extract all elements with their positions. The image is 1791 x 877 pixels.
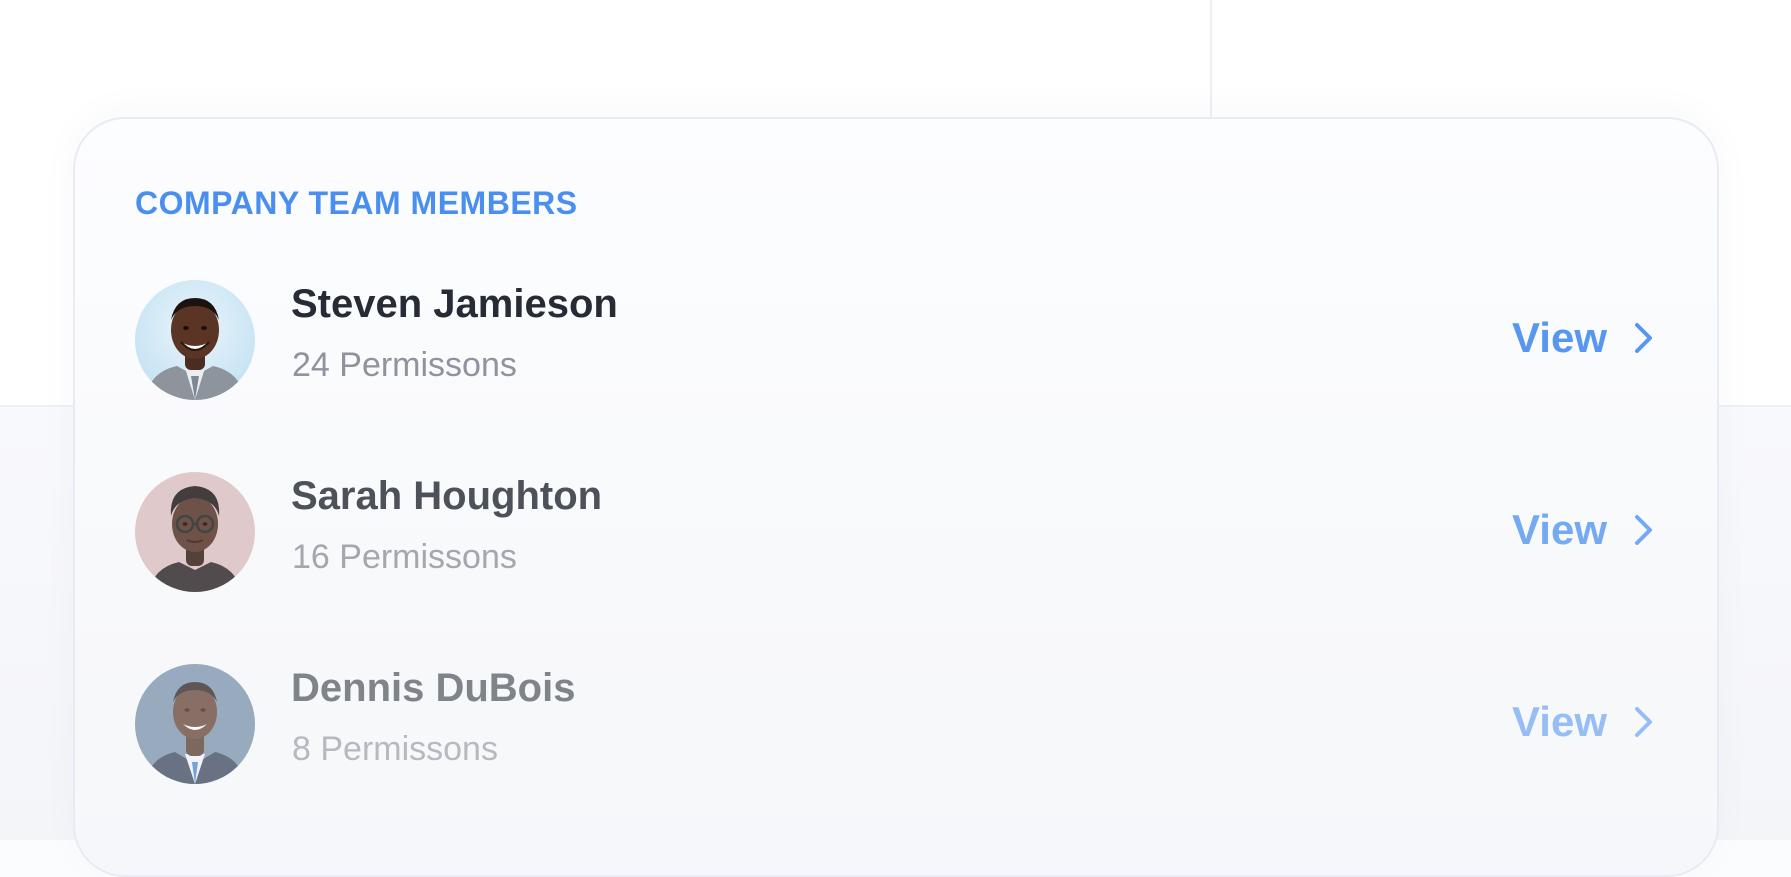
view-button-label: View bbox=[1512, 698, 1607, 745]
chevron-right-icon bbox=[1635, 515, 1652, 545]
avatar bbox=[135, 280, 255, 400]
member-permissions: 8 Permissons bbox=[292, 730, 498, 768]
view-button-label: View bbox=[1512, 314, 1607, 361]
avatar bbox=[135, 472, 255, 592]
chevron-right-icon bbox=[1635, 707, 1652, 737]
view-member-button[interactable]: View bbox=[1512, 502, 1655, 558]
avatar bbox=[135, 664, 255, 784]
team-member-row: Sarah Houghton 16 Permissons View bbox=[135, 472, 1655, 596]
member-name: Dennis DuBois bbox=[291, 666, 576, 710]
team-member-row: Dennis DuBois 8 Permissons View bbox=[135, 664, 1655, 788]
member-name: Sarah Houghton bbox=[291, 474, 603, 518]
card-title: COMPANY TEAM MEMBERS bbox=[135, 185, 578, 221]
view-member-button[interactable]: View bbox=[1512, 694, 1655, 750]
member-permissions: 16 Permissons bbox=[292, 538, 517, 576]
chevron-right-icon bbox=[1635, 323, 1652, 353]
team-members-card: COMPANY TEAM MEMBERS Steven Jamieson 24 … bbox=[73, 117, 1719, 877]
team-member-row: Steven Jamieson 24 Permissons View bbox=[135, 280, 1655, 404]
view-button-label: View bbox=[1512, 506, 1607, 553]
view-member-button[interactable]: View bbox=[1512, 310, 1655, 366]
member-permissions: 24 Permissons bbox=[292, 346, 517, 384]
member-name: Steven Jamieson bbox=[291, 282, 618, 326]
